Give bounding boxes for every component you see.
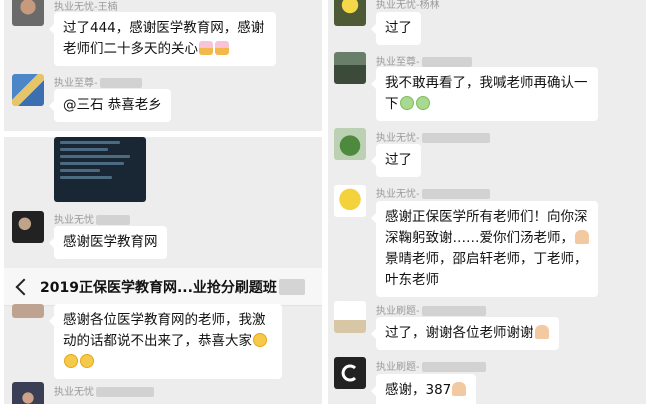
message-text: 感谢，387 [385,382,452,398]
avatar[interactable] [12,304,44,318]
chevron-left-icon[interactable] [15,278,33,295]
logo-icon [341,364,357,382]
message-text: 感谢医学教育网 [63,234,158,250]
avatar[interactable] [334,128,366,160]
message-text: 叶东老师 [385,272,439,288]
chat-header: 2019正保医学教育网...业抢分刷题班 [4,268,322,306]
avatar[interactable] [12,382,44,404]
sender-name: 执业至尊- [54,74,142,89]
message-bubble[interactable]: @三石 恭喜老乡 [49,89,171,122]
face-emoji-icon [253,333,267,347]
message-bubble[interactable]: 过了，谢谢各位老师谢谢 [371,317,559,350]
sender-name: 执业无忧 [54,211,130,226]
face-emoji-icon [80,354,94,368]
screenshot-divider [4,131,322,137]
message-text: 过了 [385,20,412,36]
message-bubble[interactable]: 感谢各位医学教育网的老师，我激 动的话都说不出来了，恭喜大家 [49,304,282,379]
cry-emoji-icon [399,96,414,110]
message-bubble[interactable]: 感谢正保医学所有老师们！向你深 深鞠躬致谢……爱你们汤老师， 景晴老师，邵启轩老… [371,201,598,297]
popcorn-emoji-icon [215,41,229,55]
sender-name: 执业刷题- [376,358,486,373]
sender-name: 执业无忧- [376,185,490,200]
avatar[interactable] [12,74,44,106]
message-text: 景晴老师，邵启轩老师，丁老师， [385,251,588,267]
message-bubble[interactable]: 过了444，感谢医学教育网，感谢 老师们二十多天的关心 [49,12,276,66]
message-text: 我不敢再看了，我喊老师再确认一 [385,75,588,91]
message-text: 下 [385,96,399,112]
message-text: 过了，谢谢各位老师谢谢 [385,325,534,341]
avatar[interactable] [334,0,366,26]
sender-name: 执业至尊- [376,53,472,68]
message-text: 深鞠躬致谢……爱你们汤老师， [385,230,574,246]
sender-name: 执业无忧-杨林 [376,0,440,11]
sender-name: 执业无忧 [54,383,154,398]
sender-name: 执业无忧- [376,129,490,144]
chat-panel-left: 执业无忧-王楠 过了444，感谢医学教育网，感谢 老师们二十多天的关心 执业至尊… [4,0,322,404]
message-text: 过了444，感谢医学教育网，感谢 [63,20,265,36]
avatar[interactable] [334,52,366,84]
message-bubble[interactable]: 感谢，387 [370,374,477,404]
message-text: 感谢正保医学所有老师们！向你深 [385,209,588,225]
avatar[interactable] [12,0,44,26]
chat-title: 2019正保医学教育网...业抢分刷题班 [40,279,277,296]
message-bubble[interactable]: 过了 [371,144,421,177]
message-bubble[interactable]: 我不敢再看了，我喊老师再确认一 下 [371,67,598,121]
avatar[interactable] [334,185,366,217]
message-bubble[interactable]: 过了 [371,12,421,45]
chat-panel-right: 执业无忧-杨林 过了 执业至尊- 我不敢再看了，我喊老师再确认一 下 执业无忧-… [328,0,646,404]
message-text: 动的话都说不出来了，恭喜大家 [63,333,252,349]
praying-hands-emoji-icon [452,382,467,396]
message-bubble[interactable]: 感谢医学教育网 [49,226,167,259]
avatar[interactable] [334,357,366,389]
praying-hands-emoji-icon [534,325,549,339]
score-screenshot-image[interactable] [54,137,146,202]
message-text: 老师们二十多天的关心 [63,41,198,57]
face-emoji-icon [64,354,78,368]
praying-hands-emoji-icon [575,230,589,244]
message-text: @三石 恭喜老乡 [63,97,162,113]
sender-name: 执业刷题- [376,302,486,317]
message-text: 感谢各位医学教育网的老师，我激 [63,312,266,328]
message-text: 过了 [385,152,412,168]
avatar[interactable] [12,211,44,243]
cry-emoji-icon [415,96,430,110]
avatar[interactable] [334,301,366,333]
popcorn-emoji-icon [199,41,213,55]
